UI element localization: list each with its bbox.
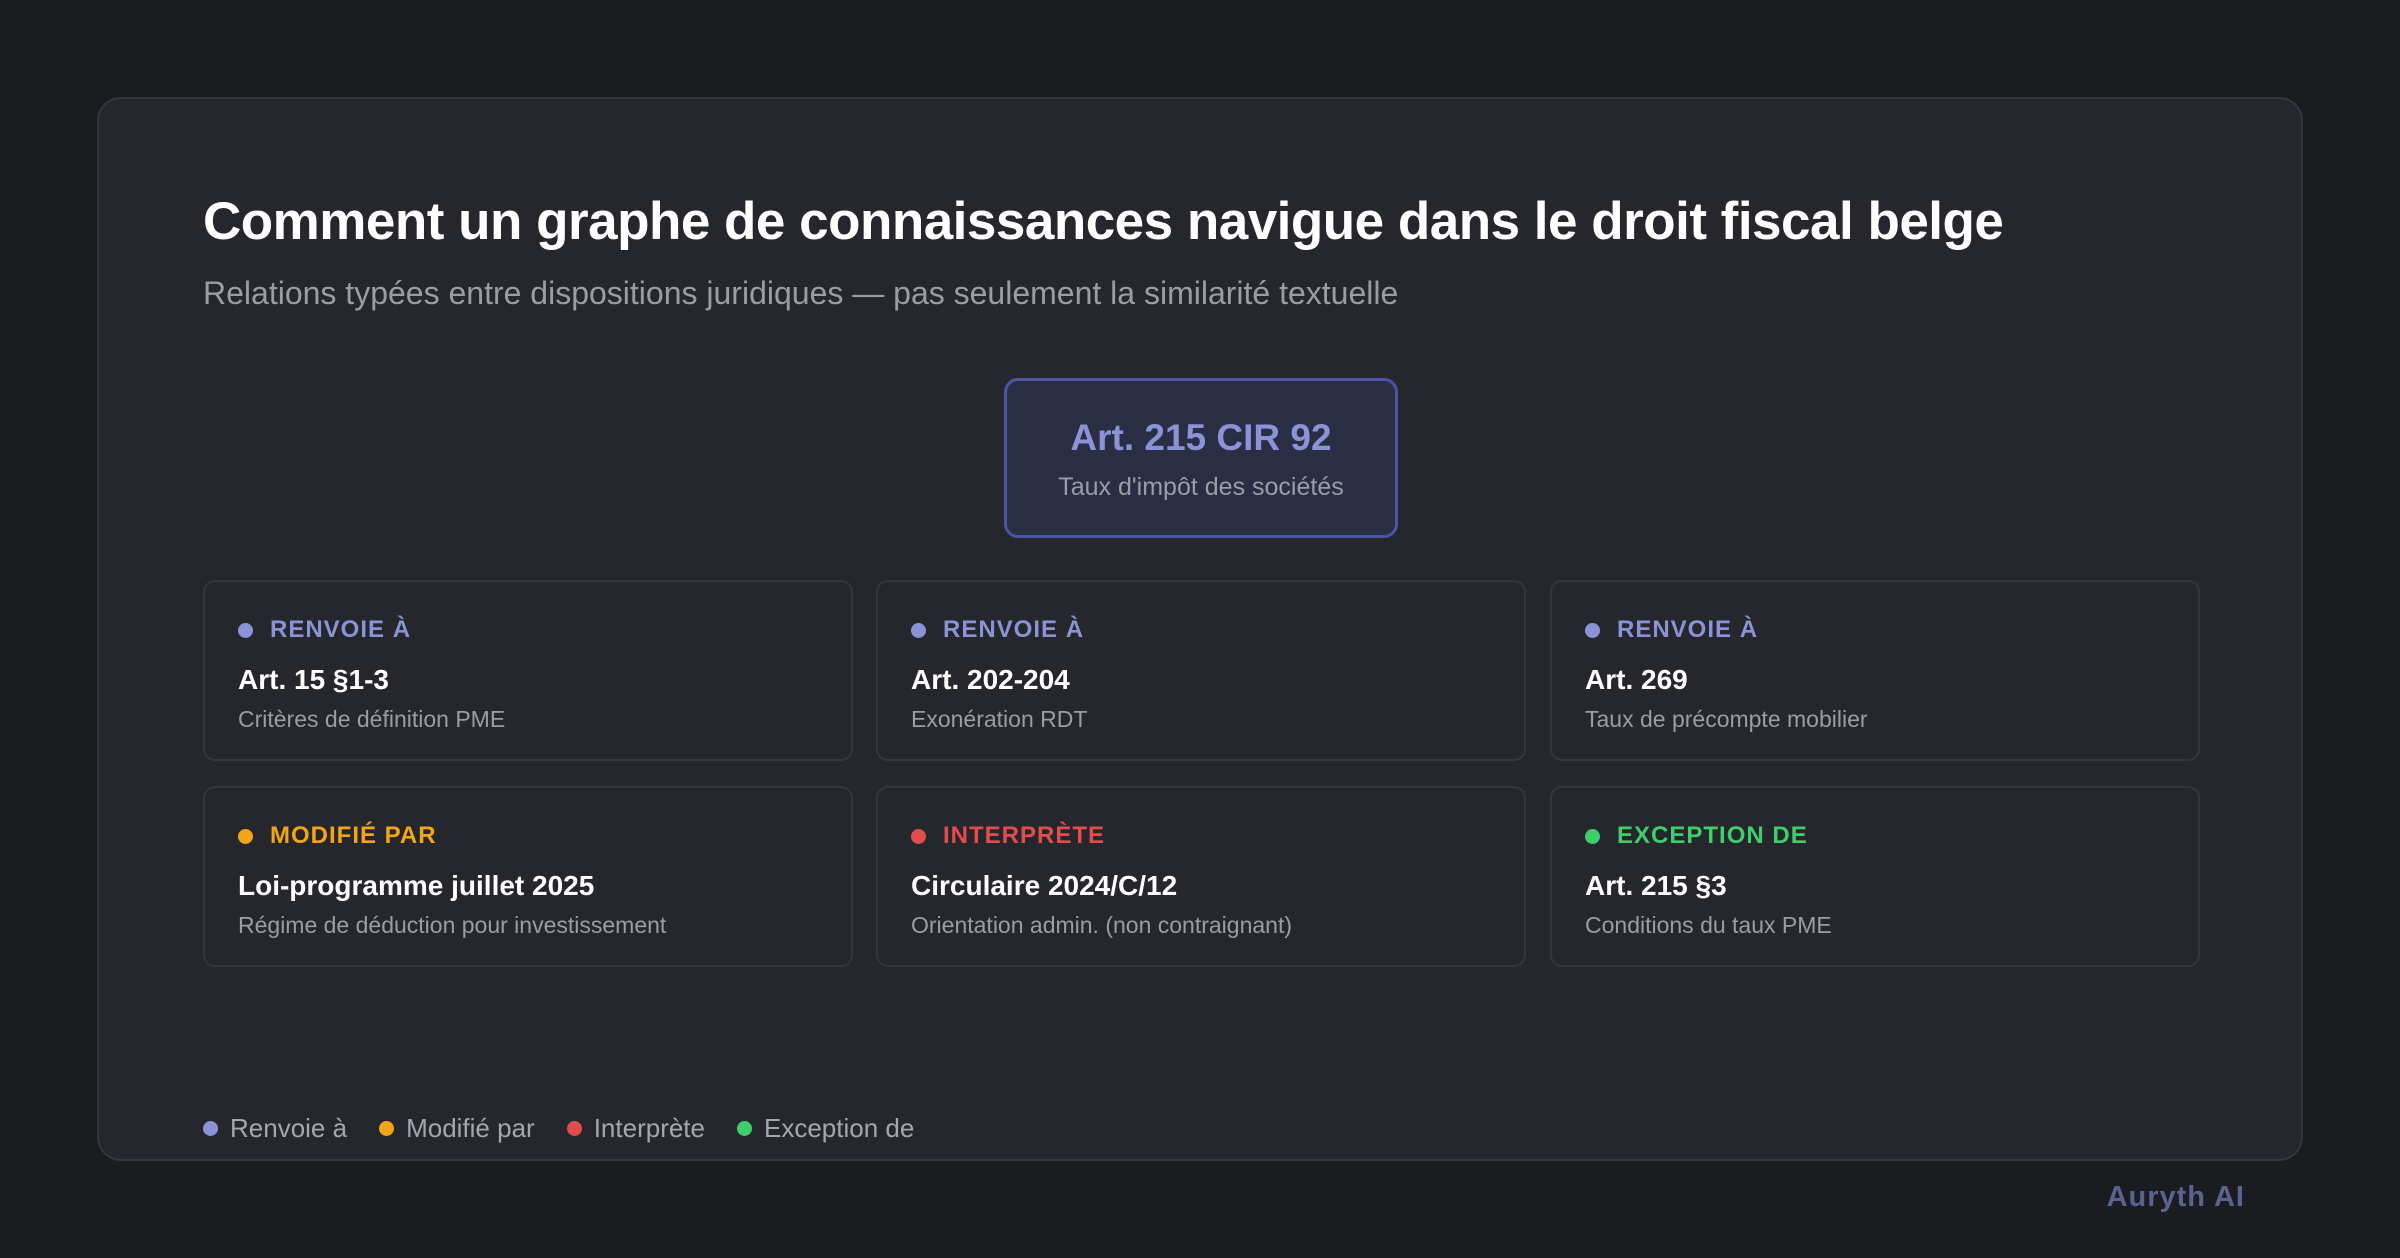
- relation-dot-icon: [238, 622, 253, 638]
- relation-description: Exonération RDT: [911, 706, 1088, 732]
- relation-card: EXCEPTION DE Art. 215 §3 Conditions du t…: [1550, 786, 2200, 967]
- center-node-title: Art. 215 CIR 92: [1070, 417, 1332, 458]
- relation-title: Art. 215 §3: [1585, 870, 1727, 901]
- diagram-subtitle: Relations typées entre dispositions juri…: [203, 275, 1399, 311]
- legend: Renvoie à Modifié par Interprète Excepti…: [203, 1113, 946, 1144]
- relation-card: INTERPRÈTE Circulaire 2024/C/12 Orientat…: [876, 786, 1526, 967]
- relation-title: Circulaire 2024/C/12: [911, 870, 1178, 901]
- brand-logo: Auryth AI: [2106, 1181, 2245, 1213]
- relation-title: Loi-programme juillet 2025: [238, 870, 595, 901]
- legend-item: Renvoie à: [203, 1113, 347, 1144]
- relation-header: RENVOIE À: [1585, 616, 1758, 644]
- relation-dot-icon: [1585, 622, 1600, 638]
- relation-header: EXCEPTION DE: [1585, 822, 1808, 850]
- legend-label: Modifié par: [406, 1113, 535, 1143]
- relation-type: RENVOIE À: [270, 616, 412, 643]
- relation-dot-icon: [911, 828, 926, 844]
- relation-dot-icon: [238, 828, 253, 844]
- legend-item: Modifié par: [379, 1113, 535, 1144]
- relation-type: EXCEPTION DE: [1617, 822, 1808, 849]
- diagram-card: Comment un graphe de connaissances navig…: [97, 97, 2303, 1213]
- relation-card: MODIFIÉ PAR Loi-programme juillet 2025 R…: [203, 786, 853, 967]
- relation-card: RENVOIE À Art. 269 Taux de précompte mob…: [1550, 580, 2200, 761]
- legend-label: Interprète: [593, 1113, 705, 1143]
- legend-label: Renvoie à: [230, 1113, 348, 1143]
- relation-header: INTERPRÈTE: [911, 822, 1105, 850]
- relation-description: Orientation admin. (non contraignant): [911, 912, 1292, 938]
- legend-dot-icon: [379, 1121, 395, 1136]
- relation-type: MODIFIÉ PAR: [270, 822, 437, 849]
- relation-description: Conditions du taux PME: [1585, 912, 1832, 938]
- relation-type: INTERPRÈTE: [943, 822, 1106, 849]
- relation-card: RENVOIE À Art. 15 §1-3 Critères de défin…: [203, 580, 853, 761]
- relation-description: Taux de précompte mobilier: [1585, 706, 1868, 732]
- relation-header: RENVOIE À: [238, 616, 411, 644]
- center-node: Art. 215 CIR 92 Taux d'impôt des société…: [1004, 378, 1398, 538]
- diagram-title: Comment un graphe de connaissances navig…: [203, 192, 2004, 251]
- relation-header: RENVOIE À: [911, 616, 1084, 644]
- legend-dot-icon: [203, 1121, 218, 1136]
- relation-description: Régime de déduction pour investissement: [238, 912, 667, 938]
- relation-dot-icon: [911, 622, 926, 638]
- relation-header: MODIFIÉ PAR: [238, 822, 437, 850]
- relation-title: Art. 202-204: [911, 664, 1070, 695]
- legend-item: Interprète: [566, 1113, 705, 1144]
- legend-item: Exception de: [737, 1113, 914, 1144]
- legend-dot-icon: [737, 1121, 752, 1136]
- legend-dot-icon: [566, 1121, 582, 1136]
- relation-type: RENVOIE À: [943, 616, 1085, 643]
- relation-title: Art. 15 §1-3: [238, 664, 389, 695]
- relation-description: Critères de définition PME: [238, 706, 506, 732]
- relation-card: RENVOIE À Art. 202-204 Exonération RDT: [876, 580, 1526, 761]
- legend-label: Exception de: [764, 1113, 915, 1143]
- relation-title: Art. 269: [1585, 664, 1688, 695]
- relation-dot-icon: [1585, 828, 1600, 844]
- relation-type: RENVOIE À: [1617, 616, 1759, 643]
- center-node-subtitle: Taux d'impôt des sociétés: [1058, 473, 1344, 501]
